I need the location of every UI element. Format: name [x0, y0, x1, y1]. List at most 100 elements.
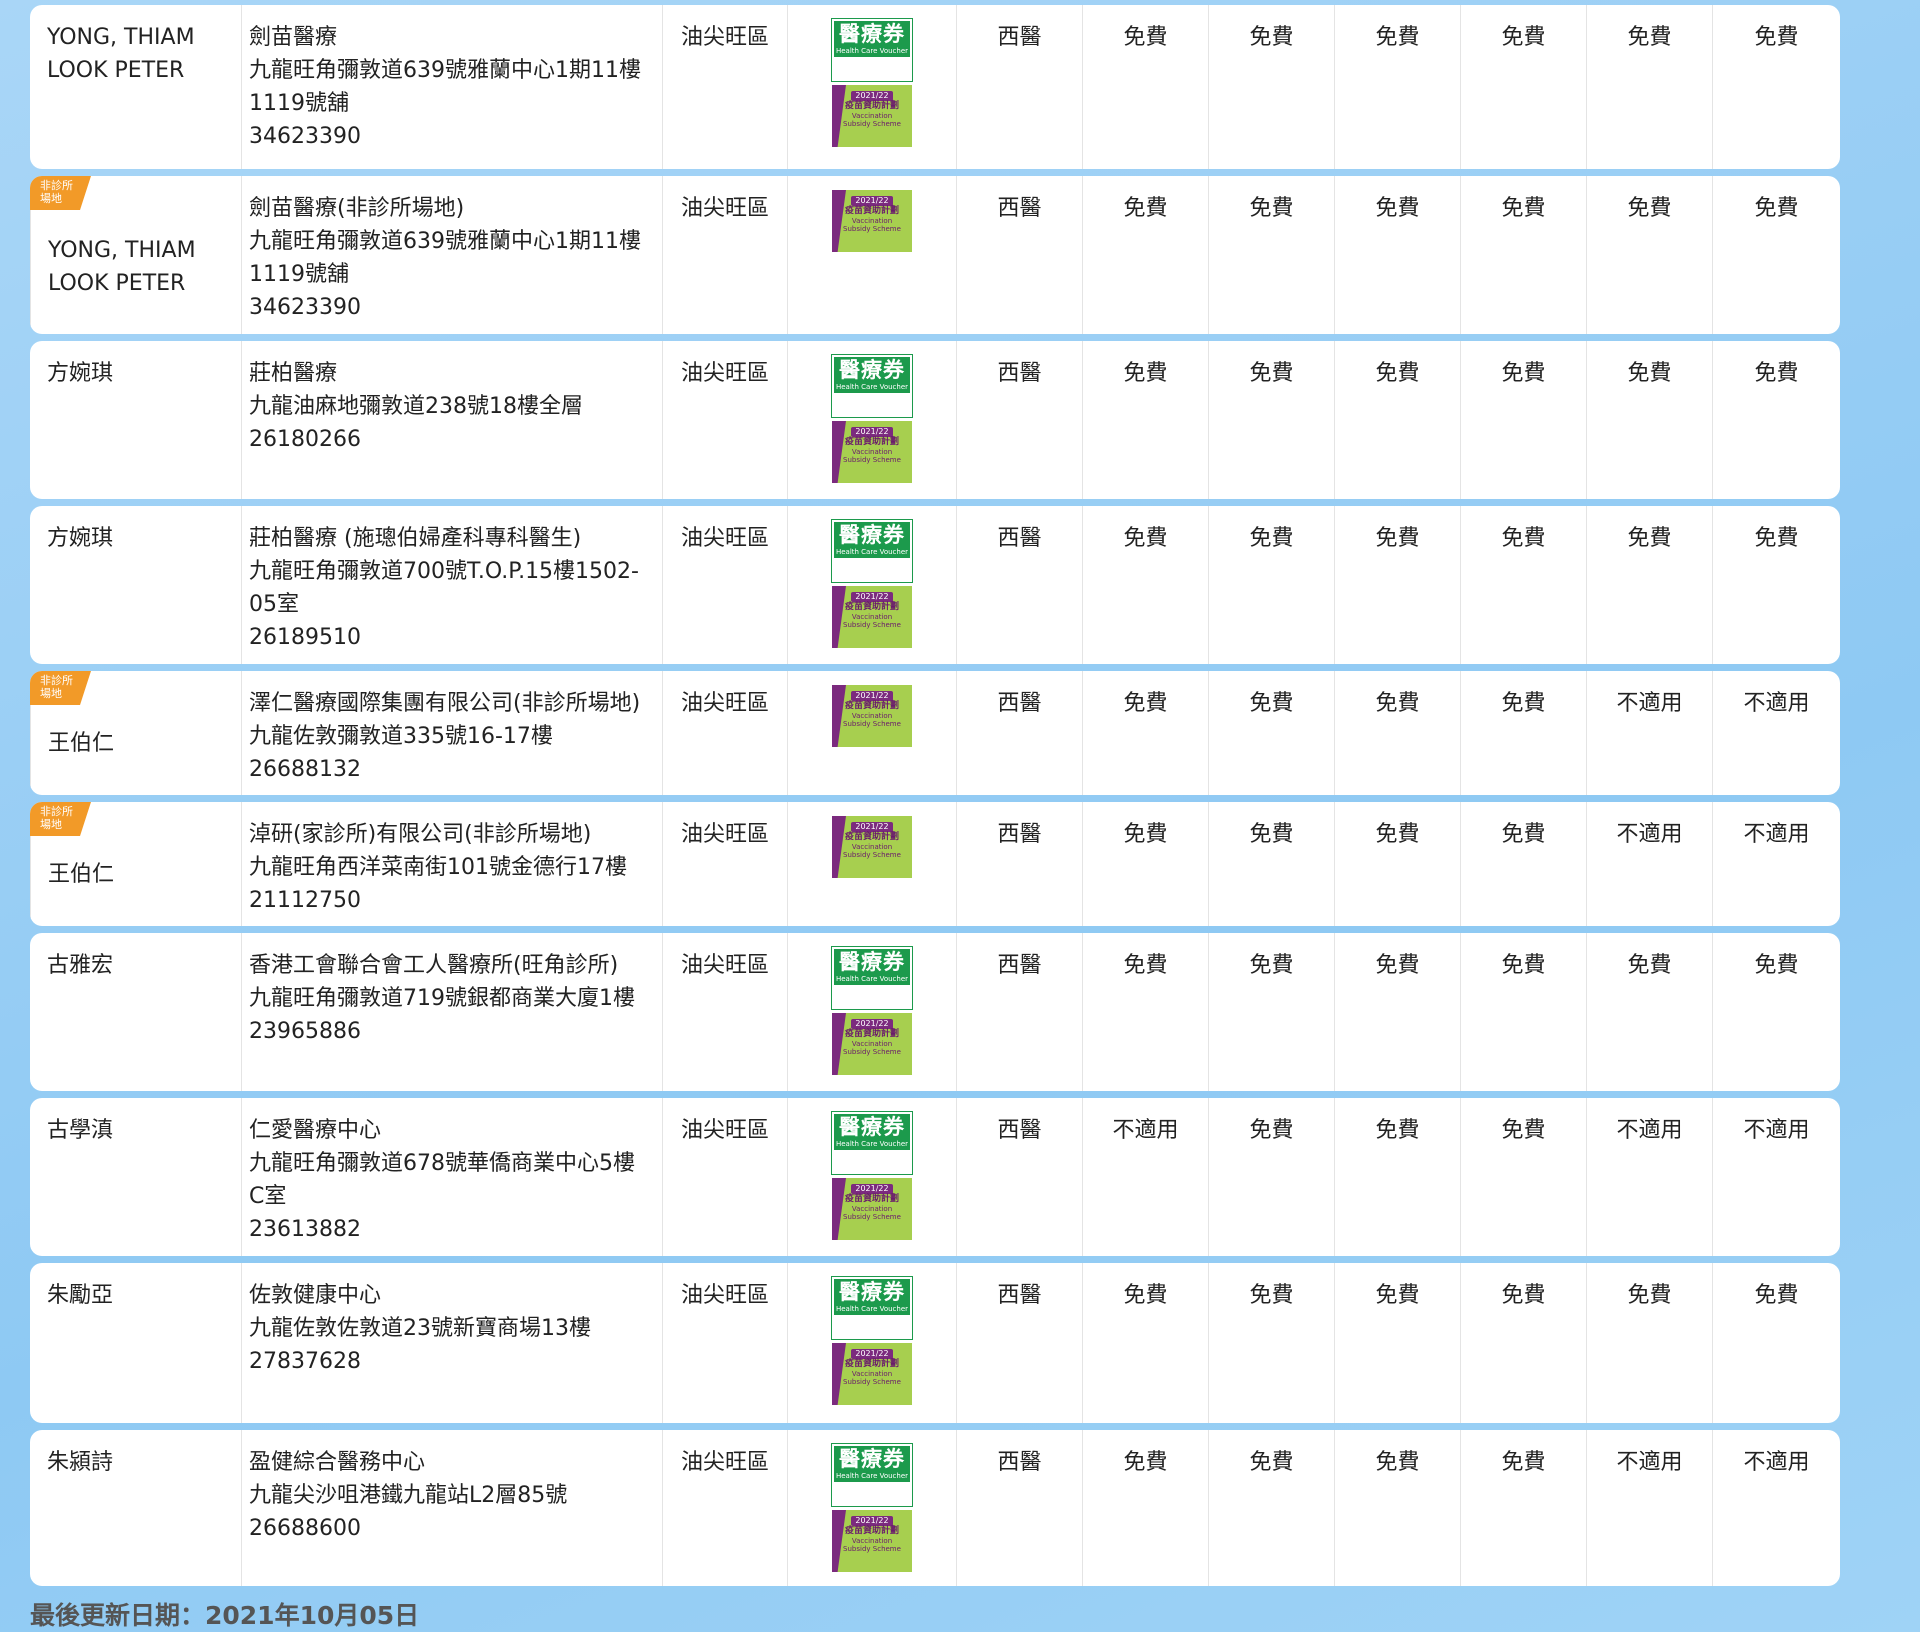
fee-cell: 免費 [1334, 1430, 1460, 1586]
voucher-subtitle: Health Care Voucher [834, 383, 910, 392]
voucher-title: 醫療券 [839, 1446, 905, 1471]
fee-cell: 不適用 [1712, 802, 1840, 926]
vaccination-subsidy-logo: 2021/22 疫苗資助計劃 Vaccination Subsidy Scheme [832, 1510, 912, 1572]
doctor-name[interactable]: 王伯仁 [48, 727, 241, 760]
fee-cell: 免費 [1082, 802, 1208, 926]
fee-cell: 免費 [1712, 176, 1840, 334]
service-type: 西醫 [956, 341, 1082, 499]
fee-cell: 免費 [1334, 933, 1460, 1091]
table-row: 非診所 場地 王伯仁 淖研(家診所)有限公司(非診所場地) 九龍旺角西洋菜南街101號金… [30, 802, 1840, 926]
doctor-name[interactable]: 古學滇 [47, 1114, 241, 1147]
fee-cell: 免費 [1082, 671, 1208, 795]
clinic-address: 九龍旺角西洋菜南街101號金德行17樓 [249, 855, 627, 880]
clinic-info-cell: 澤仁醫療國際集團有限公司(非診所場地) 九龍佐敦彌敦道335號16-17樓 2668… [241, 671, 662, 795]
fee-cell: 免費 [1082, 933, 1208, 1091]
service-type: 西醫 [956, 1263, 1082, 1423]
vss-line2: Subsidy Scheme [843, 851, 901, 859]
vss-line1: Vaccination [851, 1040, 893, 1048]
service-type: 西醫 [956, 671, 1082, 795]
fee-cell: 免費 [1586, 341, 1712, 499]
badge-label: 場地 [40, 192, 62, 205]
district: 油尖旺區 [662, 671, 787, 795]
fee-cell: 不適用 [1712, 671, 1840, 795]
clinic-name[interactable]: 劍苗醫療 [249, 21, 662, 54]
fee-cell: 不適用 [1712, 1430, 1840, 1586]
doctor-name[interactable]: YONG, THIAM LOOK PETER [48, 234, 241, 300]
fee-cell: 免費 [1460, 1098, 1586, 1256]
clinic-info-cell: 劍苗醫療(非診所場地) 九龍旺角彌敦道639號雅蘭中心1期11樓 1119號舖 346… [241, 176, 662, 334]
fee-cell: 免費 [1334, 5, 1460, 169]
fee-cell: 免費 [1082, 1430, 1208, 1586]
fee-cell: 免費 [1586, 5, 1712, 169]
service-type: 西醫 [956, 176, 1082, 334]
vss-year: 2021/22 [851, 1349, 893, 1359]
fee-cell: 免費 [1460, 5, 1586, 169]
vss-line1: Vaccination [851, 448, 893, 456]
doctor-name[interactable]: 方婉琪 [47, 522, 241, 555]
clinic-name[interactable]: 莊柏醫療 (施璁伯婦產科專科醫生) [249, 522, 662, 555]
doctor-name[interactable]: 朱潁詩 [47, 1446, 241, 1479]
vss-line2: Subsidy Scheme [843, 720, 901, 728]
vss-title: 疫苗資助計劃 [844, 1359, 899, 1369]
voucher-subtitle: Health Care Voucher [834, 47, 910, 56]
service-type: 西醫 [956, 1098, 1082, 1256]
doctor-table: YONG, THIAM LOOK PETER 劍苗醫療 九龍旺角彌敦道639號雅蘭中… [30, 5, 1840, 1593]
vss-line1: Vaccination [851, 613, 893, 621]
fee-cell: 免費 [1334, 176, 1460, 334]
doctor-name[interactable]: 古雅宏 [47, 949, 241, 982]
fee-cell: 免費 [1334, 1098, 1460, 1256]
badge-label: 場地 [40, 818, 62, 831]
fee-cell: 免費 [1460, 933, 1586, 1091]
clinic-name[interactable]: 莊柏醫療 [249, 357, 662, 390]
clinic-name[interactable]: 澤仁醫療國際集團有限公司(非診所場地) [249, 687, 662, 720]
badge-label: 場地 [40, 687, 62, 700]
vss-line2: Subsidy Scheme [843, 1213, 901, 1221]
voucher-subtitle: Health Care Voucher [834, 1305, 910, 1314]
fee-cell: 免費 [1586, 933, 1712, 1091]
fee-cell: 免費 [1460, 802, 1586, 926]
fee-cell: 不適用 [1712, 1098, 1840, 1256]
clinic-name[interactable]: 劍苗醫療(非診所場地) [249, 192, 662, 225]
doctor-name-cell: 方婉琪 [30, 506, 241, 664]
vaccination-subsidy-logo: 2021/22 疫苗資助計劃 Vaccination Subsidy Scheme [832, 190, 912, 252]
fee-cell: 免費 [1334, 1263, 1460, 1423]
vss-line1: Vaccination [851, 712, 893, 720]
fee-cell: 免費 [1334, 671, 1460, 795]
vaccination-subsidy-logo: 2021/22 疫苗資助計劃 Vaccination Subsidy Scheme [832, 685, 912, 747]
clinic-name[interactable]: 仁愛醫療中心 [249, 1114, 662, 1147]
fee-cell: 免費 [1460, 506, 1586, 664]
fee-cell: 不適用 [1586, 802, 1712, 926]
clinic-info-cell: 佐敦健康中心 九龍佐敦佐敦道23號新寶商場13樓 27837628 [241, 1263, 662, 1423]
clinic-address: 九龍旺角彌敦道719號銀都商業大廈1樓 [249, 986, 635, 1011]
clinic-name[interactable]: 佐敦健康中心 [249, 1279, 662, 1312]
clinic-name[interactable]: 香港工會聯合會工人醫療所(旺角診所) [249, 949, 662, 982]
doctor-name[interactable]: 王伯仁 [48, 858, 241, 891]
scheme-logos: 醫療券 Health Care Voucher 2021/22 疫苗資助計劃 Vacci… [787, 1098, 956, 1256]
scheme-logos: 2021/22 疫苗資助計劃 Vaccination Subsidy Scheme [787, 671, 956, 795]
clinic-name[interactable]: 淖研(家診所)有限公司(非診所場地) [249, 818, 662, 851]
table-row: 方婉琪 莊柏醫療 九龍油麻地彌敦道238號18樓全層 26180266 油尖旺區 醫療券 H… [30, 341, 1840, 499]
doctor-name[interactable]: 朱勵亞 [47, 1279, 241, 1312]
doctor-name[interactable]: 方婉琪 [47, 357, 241, 390]
doctor-name[interactable]: YONG, THIAM LOOK PETER [47, 21, 241, 87]
district: 油尖旺區 [662, 802, 787, 926]
voucher-title: 醫療券 [839, 21, 905, 46]
clinic-address: 九龍旺角彌敦道639號雅蘭中心1期11樓 [249, 229, 641, 254]
district: 油尖旺區 [662, 176, 787, 334]
doctor-name-cell: YONG, THIAM LOOK PETER [30, 5, 241, 169]
health-care-voucher-logo: 醫療券 Health Care Voucher [831, 354, 913, 418]
scheme-logos: 醫療券 Health Care Voucher 2021/22 疫苗資助計劃 Vacci… [787, 1430, 956, 1586]
district: 油尖旺區 [662, 1098, 787, 1256]
fee-cell: 免費 [1712, 341, 1840, 499]
health-care-voucher-logo: 醫療券 Health Care Voucher [831, 519, 913, 583]
fee-cell: 免費 [1586, 506, 1712, 664]
service-type: 西醫 [956, 933, 1082, 1091]
vss-line2: Subsidy Scheme [843, 225, 901, 233]
clinic-name[interactable]: 盈健綜合醫務中心 [249, 1446, 662, 1479]
voucher-subtitle: Health Care Voucher [834, 548, 910, 557]
badge-label: 非診所 [40, 179, 73, 192]
fee-cell: 免費 [1712, 933, 1840, 1091]
voucher-subtitle: Health Care Voucher [834, 975, 910, 984]
fee-cell: 免費 [1208, 506, 1334, 664]
clinic-address: C室 [249, 1184, 287, 1209]
